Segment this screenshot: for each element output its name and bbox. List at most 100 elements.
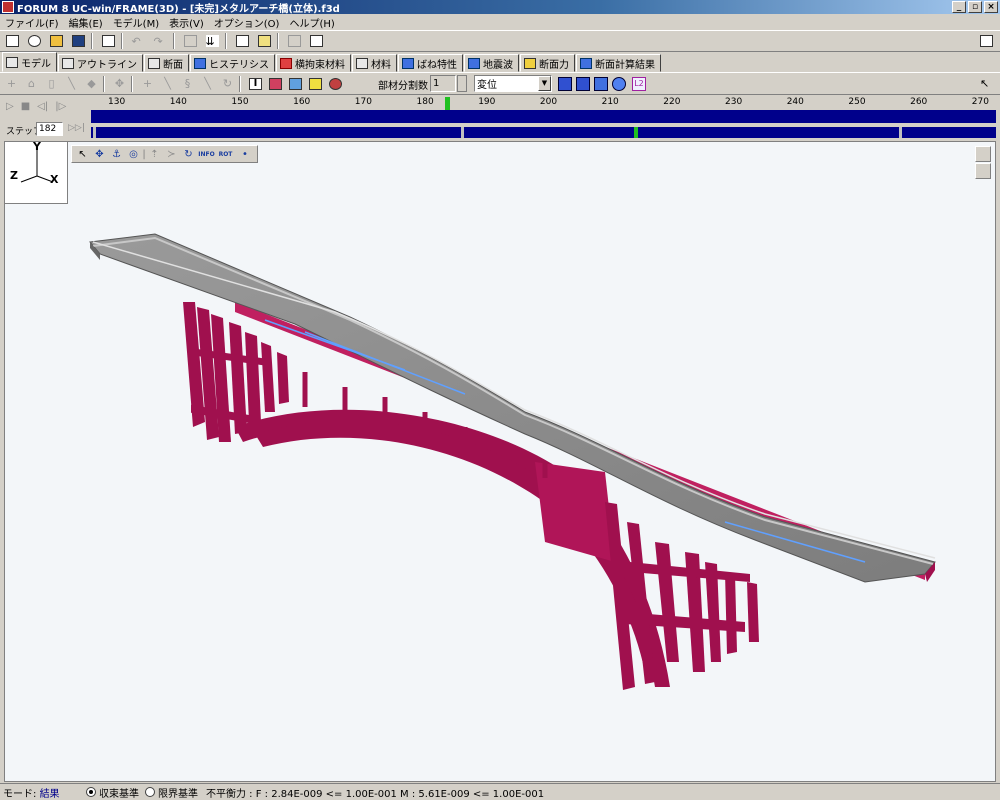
play-icon[interactable]: ▷ [6,101,14,112]
time-ruler[interactable]: 130 140 150 160 170 180 190 200 210 220 230 240 250 2… [91,97,996,111]
save-button[interactable] [68,32,88,50]
point-icon[interactable]: • [235,147,255,162]
preview-button[interactable] [98,32,118,50]
ruler-tick-label: 170 [354,97,372,107]
frame-view-button[interactable] [267,76,284,92]
toolbar-separator [103,75,105,92]
refresh-icon[interactable] [612,77,626,91]
chart-button[interactable] [180,32,200,50]
tab-seismic-wave[interactable]: 地震波 [464,54,519,72]
rotate-member-button[interactable]: ↻ [219,76,236,92]
tab-spring[interactable]: ばね特性 [398,54,463,72]
image-button[interactable] [287,76,304,92]
skip-end-icon[interactable]: ▷▷| [68,123,85,133]
step-back-icon[interactable]: ◁| [37,101,48,112]
tab-section-calc[interactable]: 断面計算結果 [576,54,661,72]
window-title: FORUM 8 UC-win/FRAME(3D) - [未完]メタルアーチ橋(立… [17,3,340,15]
spring-member-button[interactable]: § [179,76,196,92]
undo-button[interactable]: ↶ [128,32,148,50]
timeline-track[interactable] [91,110,996,123]
result-view-3-icon[interactable] [594,77,608,91]
info-button[interactable]: INFO [197,147,216,162]
timeline-marker[interactable] [634,127,638,138]
search-button[interactable] [24,32,44,50]
orbit-icon[interactable]: ⚓ [108,147,125,162]
section-view-button[interactable]: I [247,76,264,92]
pan-icon[interactable]: ✥ [91,147,108,162]
load-button[interactable]: ⇊ [202,32,222,50]
ruler-tick-label: 190 [478,97,496,107]
calc-icon [235,35,249,47]
model-viewport[interactable]: Y Z X ↖ ✥ ⚓ ◎ | ⇡ ≻ ↻ INFO ROT • [4,141,996,782]
tab-label: 地震波 [483,59,513,71]
rot-button[interactable]: ROT [216,147,235,162]
tab-hysteresis[interactable]: ヒステリシス [190,54,275,72]
ruler-marker[interactable] [445,97,450,110]
convergence-radio[interactable]: 収束基準 [86,785,139,800]
list-button[interactable] [284,32,304,50]
chart-icon [183,35,197,47]
snap-icon[interactable]: ≻ [163,147,180,162]
result-view-1-icon[interactable] [558,77,572,91]
minimize-button[interactable]: _ [952,1,966,13]
tab-lateral-restraint[interactable]: 横拘束材料 [276,54,351,72]
close-button[interactable]: × [984,1,998,13]
menu-option[interactable]: オプション(O) [209,15,285,30]
menu-bar: ファイル(F) 編集(E) モデル(M) 表示(V) オプション(O) ヘルプ(… [0,14,1000,30]
step-input[interactable] [36,122,63,136]
redo-button[interactable]: ↷ [150,32,170,50]
diag-button[interactable]: ╲ [159,76,176,92]
move-button[interactable]: ✥ [111,76,128,92]
ruler-tick-label: 240 [786,97,804,107]
delete-button[interactable]: ▯ [43,76,60,92]
sidebar-list-icon[interactable] [975,163,991,179]
scroll-range-start[interactable] [461,127,464,138]
rotate-3d-icon[interactable]: ↻ [180,147,197,162]
new-file-button[interactable] [2,32,22,50]
tab-section-force[interactable]: 断面力 [520,54,575,72]
timeline-scrollbar[interactable] [91,127,996,138]
diag2-button[interactable]: ╲ [199,76,216,92]
render-button[interactable] [327,76,344,92]
segment-spinner[interactable] [457,75,467,92]
menu-edit[interactable]: 編集(E) [64,15,108,30]
cross-button[interactable]: + [139,76,156,92]
label-button[interactable] [307,76,324,92]
menu-model[interactable]: モデル(M) [108,15,164,30]
segment-input[interactable] [430,75,456,92]
menu-help[interactable]: ヘルプ(H) [284,15,339,30]
restore-button[interactable]: ▫ [968,1,982,13]
open-button[interactable] [46,32,66,50]
node-button[interactable]: ⌂ [23,76,40,92]
scroll-range-end[interactable] [899,127,902,138]
step-forward-icon[interactable]: |▷ [55,101,66,112]
cursor-icon[interactable]: ↖ [980,77,994,91]
menu-file[interactable]: ファイル(F) [0,15,64,30]
ruler-tick-label: 260 [910,97,928,107]
tab-model[interactable]: モデル [2,52,57,72]
result-type-select[interactable]: 変位 ▼ [474,75,552,92]
member-button[interactable]: ╲ [63,76,80,92]
report-button[interactable] [254,32,274,50]
convergence-label: 収束基準 [99,788,139,800]
tab-material[interactable]: 材料 [352,54,397,72]
add-node-button[interactable]: + [3,76,20,92]
select-cursor-icon[interactable]: ↖ [74,147,91,162]
measure-icon[interactable]: ⇡ [146,147,163,162]
menu-view[interactable]: 表示(V) [164,15,209,30]
zoom-icon[interactable]: ◎ [125,147,142,162]
tab-bar: モデル アウトライン 断面 ヒステリシス 横拘束材料 材料 ばね特性 地震波 断… [0,52,1000,72]
tab-section[interactable]: 断面 [144,54,189,72]
calc-button[interactable] [232,32,252,50]
print-button[interactable] [306,32,326,50]
window-menu-button[interactable] [976,32,996,50]
result-view-2-icon[interactable] [576,77,590,91]
support-button[interactable]: ◆ [83,76,100,92]
mode-indicator: モード: 結果 [0,785,80,800]
l2-icon[interactable]: L2 [632,77,646,91]
stop-icon[interactable]: ■ [21,101,30,112]
tab-outline[interactable]: アウトライン [58,54,143,72]
imbalance-status: 不平衡力 : F : 2.84E-009 <= 1.00E-001 M : 5.… [206,788,545,800]
limit-radio[interactable]: 限界基準 [145,785,198,800]
camera-icon[interactable] [975,146,991,162]
